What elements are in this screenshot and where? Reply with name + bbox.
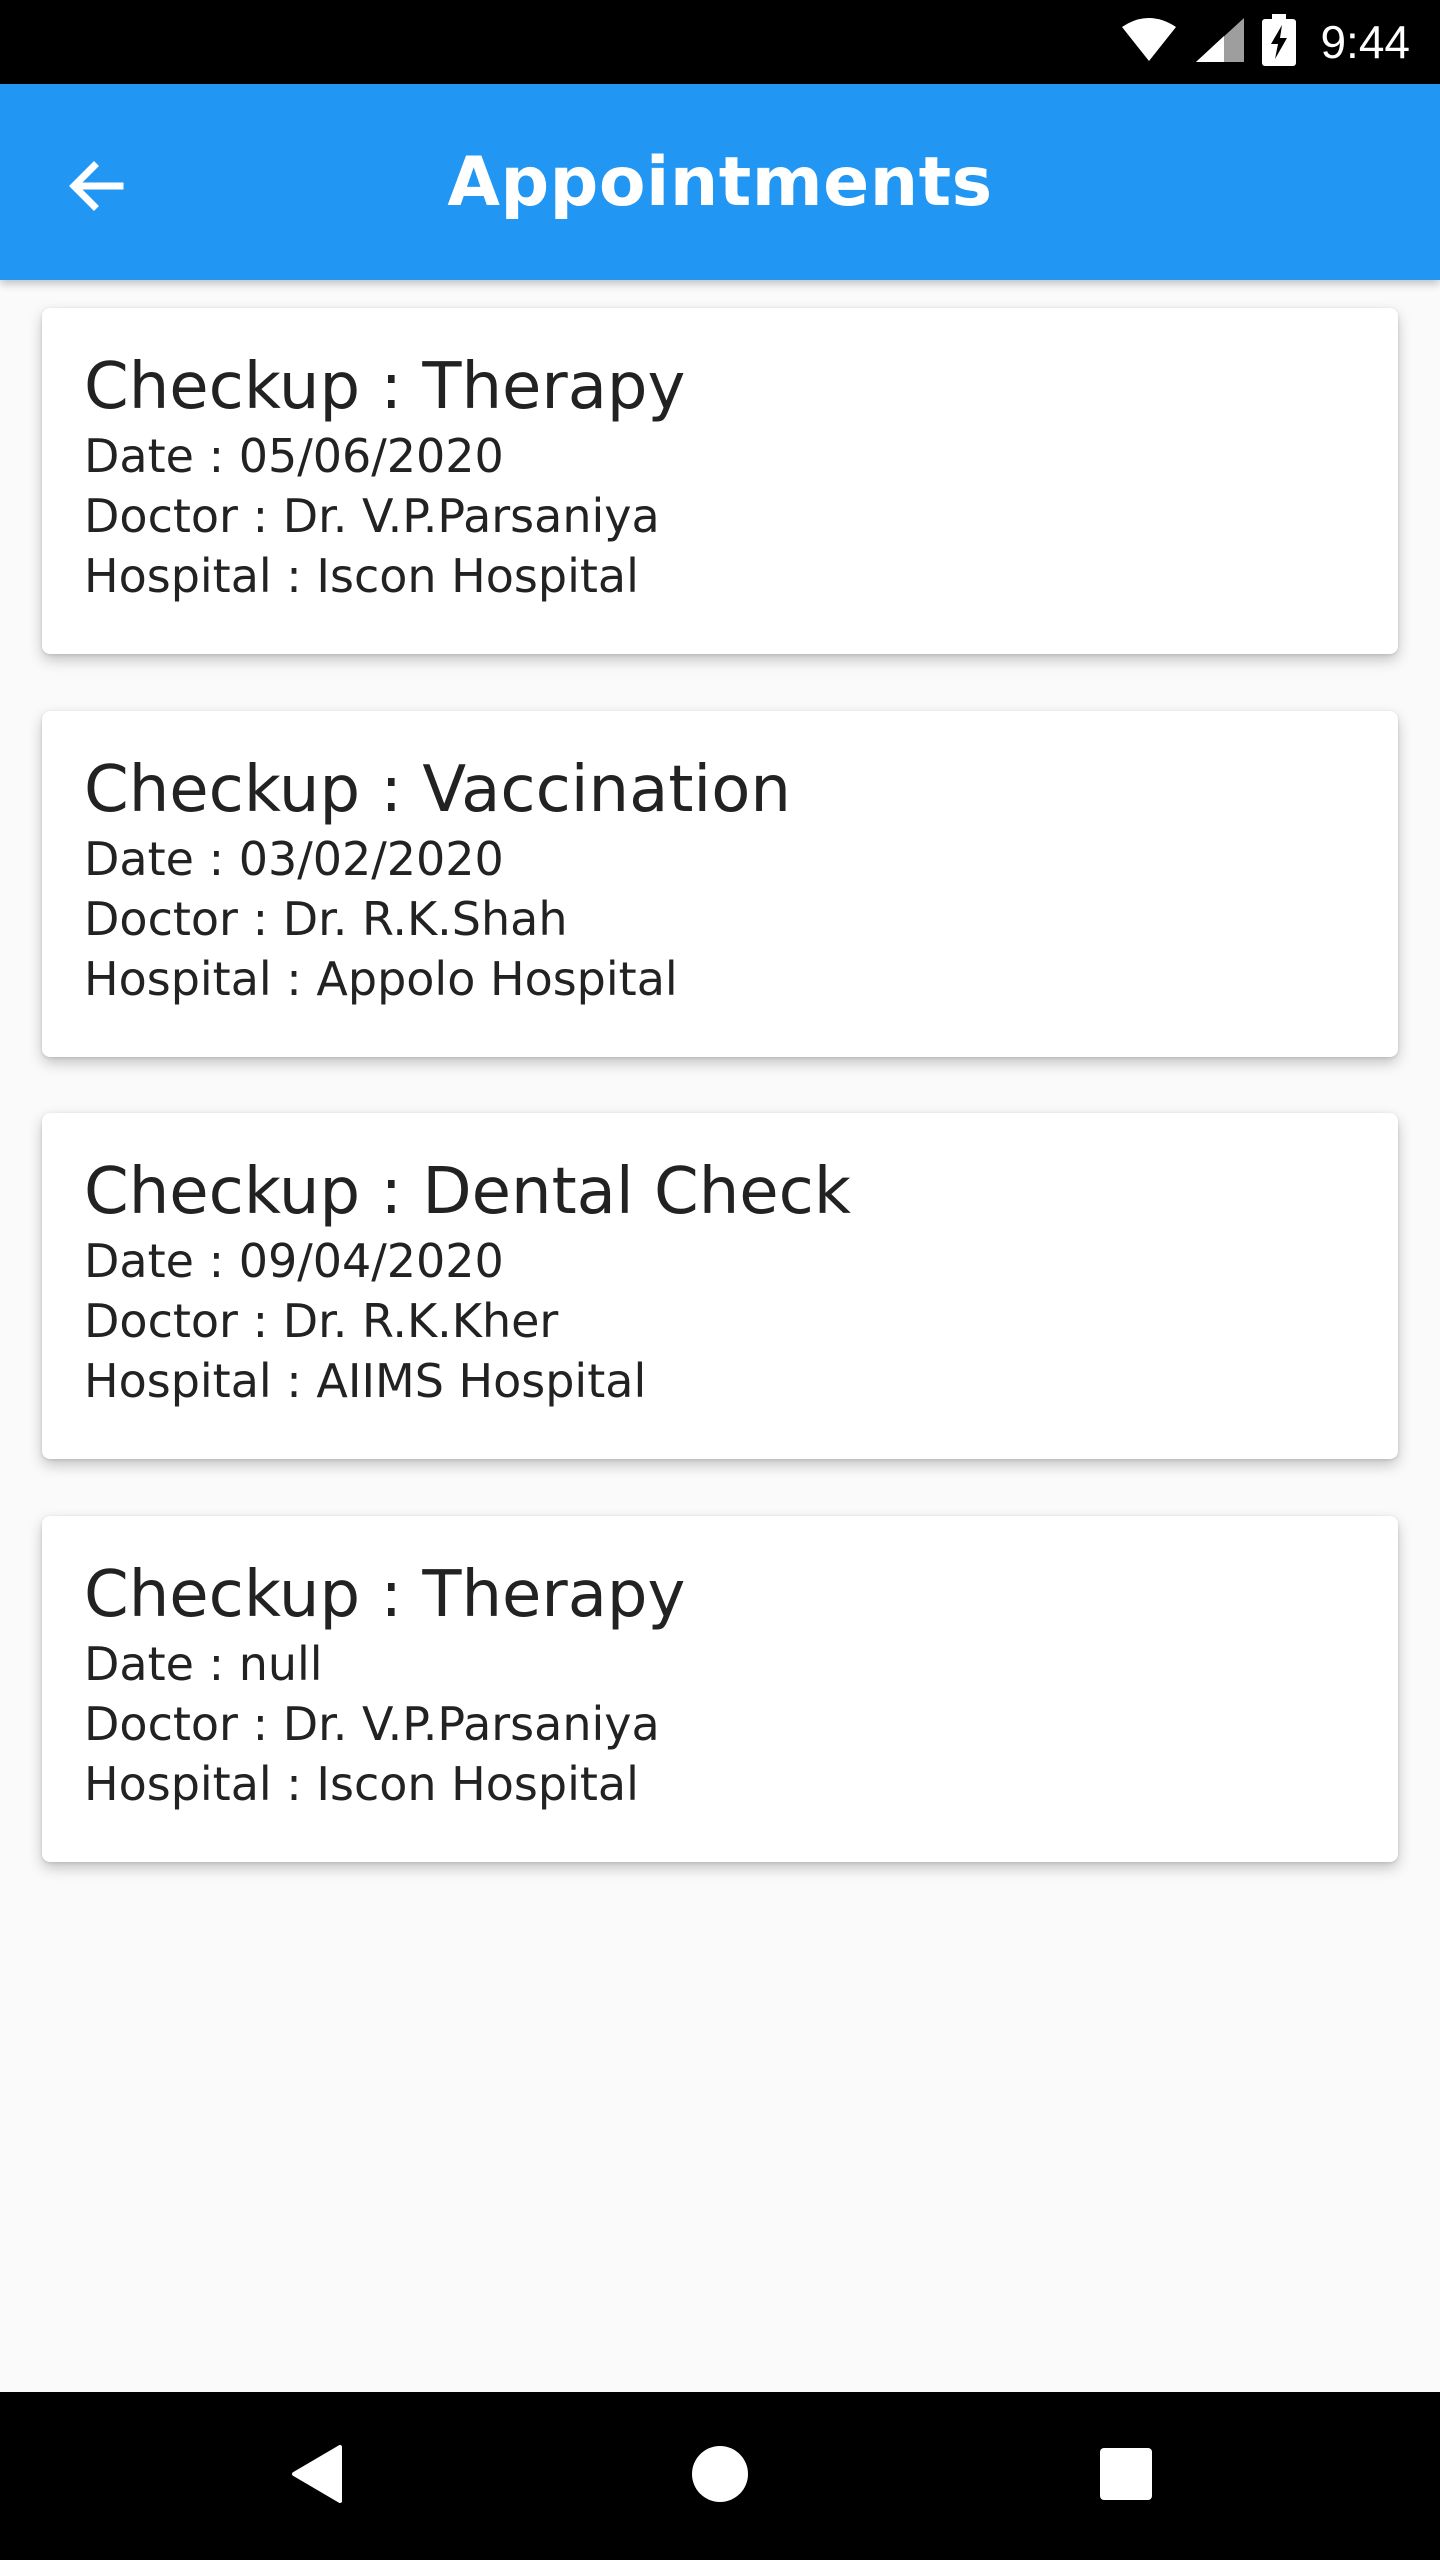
- appointment-title: Checkup : Dental Check: [84, 1155, 851, 1229]
- appointment-date: Date : null: [84, 1637, 323, 1691]
- system-nav-bar: [0, 2392, 1440, 2560]
- wifi-icon: [1120, 17, 1178, 68]
- appointment-hospital: Hospital : AIIMS Hospital: [84, 1354, 647, 1408]
- appointment-card[interactable]: Checkup : Therapy Date : null Doctor : D…: [42, 1516, 1398, 1862]
- appointment-date: Date : 09/04/2020: [84, 1234, 504, 1288]
- appointment-date: Date : 03/02/2020: [84, 832, 504, 886]
- appointment-date: Date : 05/06/2020: [84, 429, 504, 483]
- appointment-title: Checkup : Therapy: [84, 350, 686, 424]
- appointment-doctor: Doctor : Dr. R.K.Kher: [84, 1294, 559, 1348]
- appointment-card[interactable]: Checkup : Vaccination Date : 03/02/2020 …: [42, 711, 1398, 1057]
- appointment-doctor: Doctor : Dr. R.K.Shah: [84, 892, 568, 946]
- back-button[interactable]: [48, 140, 144, 236]
- status-time: 9:44: [1320, 16, 1410, 68]
- recents-square-icon: [1098, 2446, 1154, 2507]
- page-title: Appointments: [447, 142, 993, 222]
- appointment-card[interactable]: Checkup : Therapy Date : 05/06/2020 Doct…: [42, 308, 1398, 654]
- arrow-back-icon: [64, 154, 128, 223]
- status-icons: 9:44: [1120, 0, 1410, 84]
- back-triangle-icon: [288, 2443, 344, 2510]
- nav-back-button[interactable]: [266, 2426, 366, 2526]
- battery-charging-icon: [1262, 13, 1297, 71]
- appointment-hospital: Hospital : Iscon Hospital: [84, 549, 639, 603]
- appointment-doctor: Doctor : Dr. V.P.Parsaniya: [84, 1697, 660, 1751]
- appointment-hospital: Hospital : Iscon Hospital: [84, 1757, 639, 1811]
- appointment-title: Checkup : Therapy: [84, 1558, 686, 1632]
- appointment-doctor: Doctor : Dr. V.P.Parsaniya: [84, 489, 660, 543]
- cell-signal-icon: [1194, 16, 1246, 69]
- appointment-title: Checkup : Vaccination: [84, 753, 791, 827]
- nav-home-button[interactable]: [670, 2426, 770, 2526]
- app-bar: Appointments: [0, 84, 1440, 280]
- home-circle-icon: [690, 2444, 750, 2509]
- nav-recents-button[interactable]: [1076, 2426, 1176, 2526]
- appointment-card[interactable]: Checkup : Dental Check Date : 09/04/2020…: [42, 1113, 1398, 1459]
- appointment-hospital: Hospital : Appolo Hospital: [84, 952, 678, 1006]
- status-bar: 9:44: [0, 0, 1440, 84]
